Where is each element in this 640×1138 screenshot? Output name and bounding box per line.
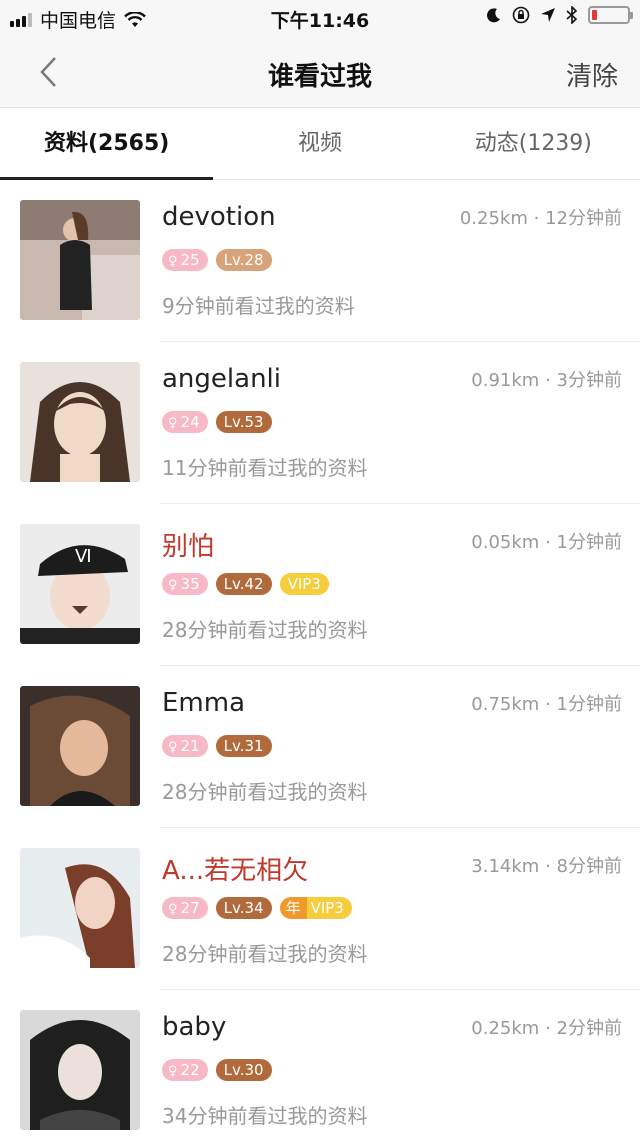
level-badge: Lv.30 <box>215 1059 272 1081</box>
tab-moments[interactable]: 动态(1239) <box>427 108 640 179</box>
female-icon: ♀ <box>168 902 178 917</box>
visitor-meta: 0.91km · 3分钟前 <box>471 366 622 392</box>
age-value: 35 <box>180 575 200 593</box>
list-item[interactable]: angelanli 0.91km · 3分钟前 ♀ 24 Lv.53 11分钟前看… <box>0 342 640 504</box>
bluetooth-icon <box>566 6 578 24</box>
list-item[interactable]: baby 0.25km · 2分钟前 ♀ 22 Lv.30 34分钟前看过我的资料 <box>0 990 640 1138</box>
avatar[interactable] <box>20 848 140 968</box>
level-badge: Lv.31 <box>215 735 272 757</box>
time-ago-label: 1分钟前 <box>556 694 622 715</box>
visit-description: 28分钟前看过我的资料 <box>162 618 368 642</box>
level-badge: Lv.53 <box>215 411 272 433</box>
distance-label: 0.75km <box>471 694 540 715</box>
avatar[interactable] <box>20 362 140 482</box>
battery-icon <box>588 6 633 24</box>
distance-label: 0.05km <box>471 532 540 553</box>
visitor-name: 别怕 <box>162 532 215 562</box>
meta-separator: · <box>545 370 551 391</box>
annual-vip-badge: 年 VIP3 <box>279 897 352 919</box>
visit-description: 28分钟前看过我的资料 <box>162 780 368 804</box>
status-right <box>486 6 633 24</box>
visit-description: 28分钟前看过我的资料 <box>162 942 368 966</box>
visitor-list: devotion 0.25km · 12分钟前 ♀ 25 Lv.28 9分钟前看过… <box>0 180 640 1138</box>
age-badge: ♀ 21 <box>162 735 208 757</box>
avatar[interactable] <box>20 1010 140 1130</box>
page-title: 谁看过我 <box>267 62 372 92</box>
age-badge: ♀ 22 <box>162 1059 208 1081</box>
badge-row: ♀ 22 Lv.30 <box>162 1059 272 1081</box>
badge-row: ♀ 24 Lv.53 <box>162 411 272 433</box>
meta-separator: · <box>545 856 551 877</box>
female-icon: ♀ <box>168 254 178 269</box>
tab-video[interactable]: 视频 <box>213 108 426 179</box>
female-icon: ♀ <box>168 416 178 431</box>
visitor-name: A...若无相欠 <box>162 856 309 886</box>
distance-label: 3.14km <box>471 856 540 877</box>
badge-row: ♀ 27 Lv.34 年 VIP3 <box>162 897 352 919</box>
avatar[interactable] <box>20 200 140 320</box>
status-bar: 中国电信 下午11:46 <box>0 0 640 36</box>
avatar[interactable]: Ⅵ <box>20 524 140 644</box>
female-icon: ♀ <box>168 578 178 593</box>
visitor-meta: 3.14km · 8分钟前 <box>471 852 622 878</box>
visitor-meta: 0.75km · 1分钟前 <box>471 690 622 716</box>
visitor-name: baby <box>162 1012 227 1042</box>
age-badge: ♀ 27 <box>162 897 208 919</box>
vip-label: VIP3 <box>306 897 352 919</box>
time-ago-label: 8分钟前 <box>556 856 622 877</box>
visitor-name: Emma <box>162 688 246 718</box>
orientation-lock-icon <box>512 6 530 24</box>
moon-icon <box>487 8 500 23</box>
year-label: 年 <box>279 897 307 919</box>
svg-text:Ⅵ: Ⅵ <box>75 546 92 566</box>
location-icon <box>541 8 555 22</box>
age-value: 22 <box>180 1061 200 1079</box>
tab-bar: 资料(2565) 视频 动态(1239) <box>0 108 640 180</box>
visit-description: 11分钟前看过我的资料 <box>162 456 368 480</box>
age-value: 21 <box>180 737 200 755</box>
tab-profile[interactable]: 资料(2565) <box>0 108 214 180</box>
female-icon: ♀ <box>168 1064 178 1079</box>
badge-row: ♀ 25 Lv.28 <box>162 249 272 271</box>
nav-bar: 谁看过我 清除 <box>0 36 640 108</box>
age-badge: ♀ 25 <box>162 249 208 271</box>
visit-description: 34分钟前看过我的资料 <box>162 1104 368 1128</box>
meta-separator: · <box>545 1018 551 1039</box>
time-ago-label: 3分钟前 <box>556 370 622 391</box>
distance-label: 0.25km <box>471 1018 540 1039</box>
level-badge: Lv.34 <box>215 897 272 919</box>
time-ago-label: 12分钟前 <box>545 208 622 229</box>
list-item[interactable]: Ⅵ 别怕 0.05km · 1分钟前 ♀ 35 Lv.42 VIP3 28分钟前看… <box>0 504 640 666</box>
time-ago-label: 1分钟前 <box>556 532 622 553</box>
vip-badge: VIP3 <box>279 573 329 595</box>
level-badge: Lv.42 <box>215 573 272 595</box>
age-badge: ♀ 35 <box>162 573 208 595</box>
visitor-name: devotion <box>162 202 276 232</box>
female-icon: ♀ <box>168 740 178 755</box>
meta-separator: · <box>545 694 551 715</box>
badge-row: ♀ 21 Lv.31 <box>162 735 272 757</box>
visitor-meta: 0.05km · 1分钟前 <box>471 528 622 554</box>
time-ago-label: 2分钟前 <box>556 1018 622 1039</box>
visit-description: 9分钟前看过我的资料 <box>162 294 355 318</box>
list-item[interactable]: A...若无相欠 3.14km · 8分钟前 ♀ 27 Lv.34 年 VIP3 2… <box>0 828 640 990</box>
list-item[interactable]: devotion 0.25km · 12分钟前 ♀ 25 Lv.28 9分钟前看过… <box>0 180 640 342</box>
list-item[interactable]: Emma 0.75km · 1分钟前 ♀ 21 Lv.31 28分钟前看过我的资料 <box>0 666 640 828</box>
age-value: 27 <box>180 899 200 917</box>
clear-button[interactable]: 清除 <box>566 56 618 93</box>
age-badge: ♀ 24 <box>162 411 208 433</box>
age-value: 25 <box>180 251 200 269</box>
visitor-meta: 0.25km · 12分钟前 <box>460 204 622 230</box>
visitor-name: angelanli <box>162 364 281 394</box>
age-value: 24 <box>180 413 200 431</box>
avatar[interactable] <box>20 686 140 806</box>
meta-separator: · <box>533 208 540 229</box>
visitor-meta: 0.25km · 2分钟前 <box>471 1014 622 1040</box>
distance-label: 0.25km <box>459 208 528 229</box>
distance-label: 0.91km <box>471 370 540 391</box>
meta-separator: · <box>545 532 551 553</box>
level-badge: Lv.28 <box>215 249 272 271</box>
badge-row: ♀ 35 Lv.42 VIP3 <box>162 573 329 595</box>
